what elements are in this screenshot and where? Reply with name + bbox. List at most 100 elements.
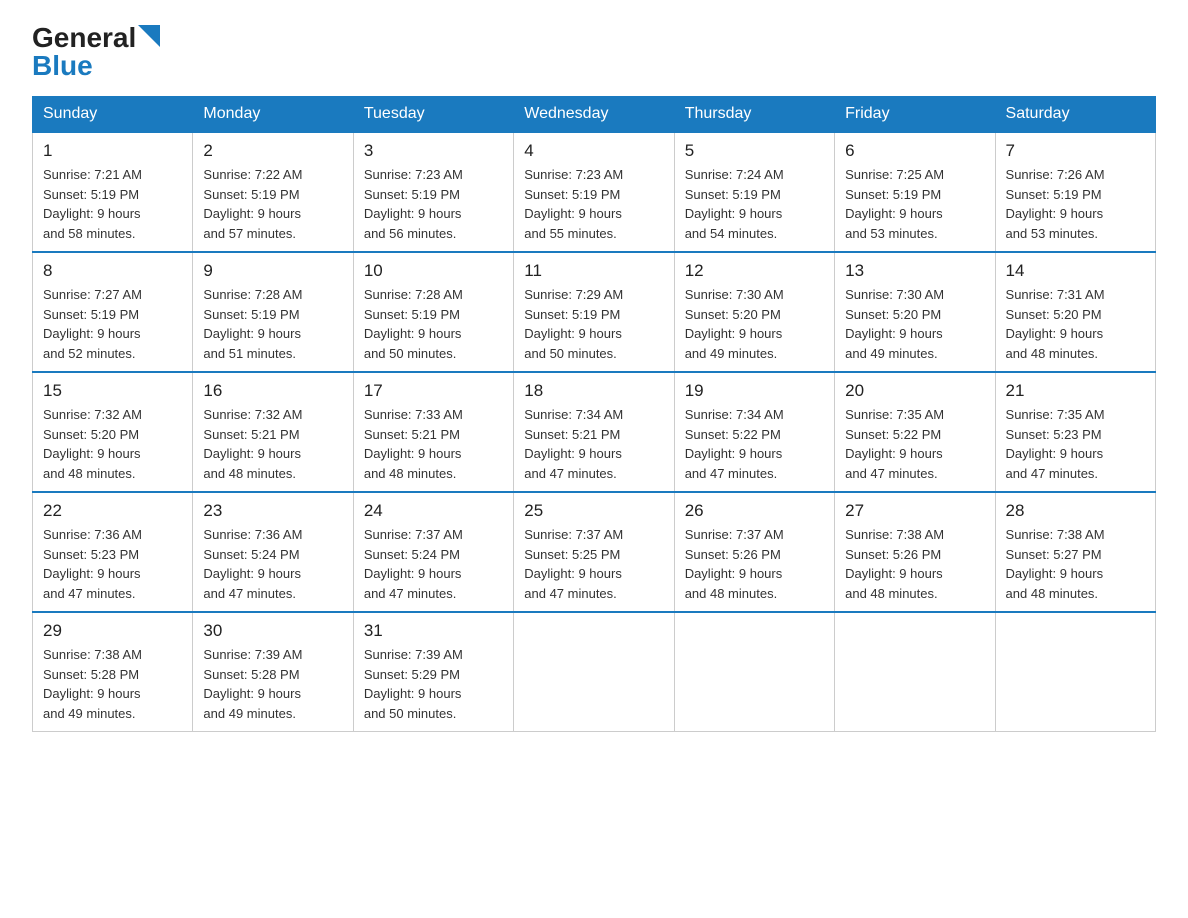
- day-cell: 15 Sunrise: 7:32 AM Sunset: 5:20 PM Dayl…: [33, 372, 193, 492]
- day-cell: [995, 612, 1155, 732]
- header-cell-friday: Friday: [835, 97, 995, 133]
- day-info: Sunrise: 7:23 AM Sunset: 5:19 PM Dayligh…: [524, 165, 663, 243]
- page-header: General Blue: [32, 24, 1156, 80]
- day-info: Sunrise: 7:28 AM Sunset: 5:19 PM Dayligh…: [364, 285, 503, 363]
- day-cell: 30 Sunrise: 7:39 AM Sunset: 5:28 PM Dayl…: [193, 612, 353, 732]
- day-cell: 25 Sunrise: 7:37 AM Sunset: 5:25 PM Dayl…: [514, 492, 674, 612]
- day-number: 4: [524, 141, 663, 161]
- day-cell: 31 Sunrise: 7:39 AM Sunset: 5:29 PM Dayl…: [353, 612, 513, 732]
- logo-blue-text: Blue: [32, 52, 93, 80]
- day-number: 3: [364, 141, 503, 161]
- header-cell-wednesday: Wednesday: [514, 97, 674, 133]
- day-info: Sunrise: 7:24 AM Sunset: 5:19 PM Dayligh…: [685, 165, 824, 243]
- week-row-2: 8 Sunrise: 7:27 AM Sunset: 5:19 PM Dayli…: [33, 252, 1156, 372]
- day-number: 12: [685, 261, 824, 281]
- day-number: 31: [364, 621, 503, 641]
- day-number: 20: [845, 381, 984, 401]
- calendar-body: 1 Sunrise: 7:21 AM Sunset: 5:19 PM Dayli…: [33, 132, 1156, 732]
- day-number: 18: [524, 381, 663, 401]
- day-info: Sunrise: 7:34 AM Sunset: 5:21 PM Dayligh…: [524, 405, 663, 483]
- day-cell: 18 Sunrise: 7:34 AM Sunset: 5:21 PM Dayl…: [514, 372, 674, 492]
- day-info: Sunrise: 7:38 AM Sunset: 5:26 PM Dayligh…: [845, 525, 984, 603]
- day-info: Sunrise: 7:39 AM Sunset: 5:28 PM Dayligh…: [203, 645, 342, 723]
- header-cell-monday: Monday: [193, 97, 353, 133]
- day-number: 21: [1006, 381, 1145, 401]
- week-row-1: 1 Sunrise: 7:21 AM Sunset: 5:19 PM Dayli…: [33, 132, 1156, 252]
- day-number: 11: [524, 261, 663, 281]
- day-info: Sunrise: 7:30 AM Sunset: 5:20 PM Dayligh…: [845, 285, 984, 363]
- day-number: 6: [845, 141, 984, 161]
- day-cell: 2 Sunrise: 7:22 AM Sunset: 5:19 PM Dayli…: [193, 132, 353, 252]
- day-info: Sunrise: 7:22 AM Sunset: 5:19 PM Dayligh…: [203, 165, 342, 243]
- day-info: Sunrise: 7:35 AM Sunset: 5:23 PM Dayligh…: [1006, 405, 1145, 483]
- day-cell: 5 Sunrise: 7:24 AM Sunset: 5:19 PM Dayli…: [674, 132, 834, 252]
- day-number: 1: [43, 141, 182, 161]
- day-number: 24: [364, 501, 503, 521]
- calendar-header: SundayMondayTuesdayWednesdayThursdayFrid…: [33, 97, 1156, 133]
- day-number: 26: [685, 501, 824, 521]
- day-info: Sunrise: 7:34 AM Sunset: 5:22 PM Dayligh…: [685, 405, 824, 483]
- day-cell: 14 Sunrise: 7:31 AM Sunset: 5:20 PM Dayl…: [995, 252, 1155, 372]
- week-row-4: 22 Sunrise: 7:36 AM Sunset: 5:23 PM Dayl…: [33, 492, 1156, 612]
- day-cell: 21 Sunrise: 7:35 AM Sunset: 5:23 PM Dayl…: [995, 372, 1155, 492]
- day-info: Sunrise: 7:35 AM Sunset: 5:22 PM Dayligh…: [845, 405, 984, 483]
- calendar-table: SundayMondayTuesdayWednesdayThursdayFrid…: [32, 96, 1156, 732]
- day-number: 28: [1006, 501, 1145, 521]
- day-info: Sunrise: 7:36 AM Sunset: 5:24 PM Dayligh…: [203, 525, 342, 603]
- day-info: Sunrise: 7:37 AM Sunset: 5:25 PM Dayligh…: [524, 525, 663, 603]
- day-number: 25: [524, 501, 663, 521]
- day-info: Sunrise: 7:33 AM Sunset: 5:21 PM Dayligh…: [364, 405, 503, 483]
- header-cell-sunday: Sunday: [33, 97, 193, 133]
- day-number: 2: [203, 141, 342, 161]
- day-cell: 20 Sunrise: 7:35 AM Sunset: 5:22 PM Dayl…: [835, 372, 995, 492]
- day-cell: 28 Sunrise: 7:38 AM Sunset: 5:27 PM Dayl…: [995, 492, 1155, 612]
- day-number: 29: [43, 621, 182, 641]
- day-cell: 13 Sunrise: 7:30 AM Sunset: 5:20 PM Dayl…: [835, 252, 995, 372]
- day-cell: 23 Sunrise: 7:36 AM Sunset: 5:24 PM Dayl…: [193, 492, 353, 612]
- day-info: Sunrise: 7:26 AM Sunset: 5:19 PM Dayligh…: [1006, 165, 1145, 243]
- header-row: SundayMondayTuesdayWednesdayThursdayFrid…: [33, 97, 1156, 133]
- day-number: 27: [845, 501, 984, 521]
- logo: General Blue: [32, 24, 160, 80]
- day-info: Sunrise: 7:38 AM Sunset: 5:27 PM Dayligh…: [1006, 525, 1145, 603]
- day-number: 13: [845, 261, 984, 281]
- day-info: Sunrise: 7:38 AM Sunset: 5:28 PM Dayligh…: [43, 645, 182, 723]
- day-number: 8: [43, 261, 182, 281]
- header-cell-tuesday: Tuesday: [353, 97, 513, 133]
- day-number: 23: [203, 501, 342, 521]
- day-cell: 1 Sunrise: 7:21 AM Sunset: 5:19 PM Dayli…: [33, 132, 193, 252]
- day-cell: 19 Sunrise: 7:34 AM Sunset: 5:22 PM Dayl…: [674, 372, 834, 492]
- day-cell: [514, 612, 674, 732]
- day-cell: 6 Sunrise: 7:25 AM Sunset: 5:19 PM Dayli…: [835, 132, 995, 252]
- header-cell-thursday: Thursday: [674, 97, 834, 133]
- day-cell: 16 Sunrise: 7:32 AM Sunset: 5:21 PM Dayl…: [193, 372, 353, 492]
- day-cell: 12 Sunrise: 7:30 AM Sunset: 5:20 PM Dayl…: [674, 252, 834, 372]
- day-cell: 9 Sunrise: 7:28 AM Sunset: 5:19 PM Dayli…: [193, 252, 353, 372]
- day-number: 14: [1006, 261, 1145, 281]
- day-number: 19: [685, 381, 824, 401]
- day-cell: 17 Sunrise: 7:33 AM Sunset: 5:21 PM Dayl…: [353, 372, 513, 492]
- day-info: Sunrise: 7:28 AM Sunset: 5:19 PM Dayligh…: [203, 285, 342, 363]
- day-cell: 27 Sunrise: 7:38 AM Sunset: 5:26 PM Dayl…: [835, 492, 995, 612]
- day-number: 9: [203, 261, 342, 281]
- day-cell: 8 Sunrise: 7:27 AM Sunset: 5:19 PM Dayli…: [33, 252, 193, 372]
- day-info: Sunrise: 7:30 AM Sunset: 5:20 PM Dayligh…: [685, 285, 824, 363]
- day-number: 10: [364, 261, 503, 281]
- day-info: Sunrise: 7:32 AM Sunset: 5:21 PM Dayligh…: [203, 405, 342, 483]
- day-info: Sunrise: 7:37 AM Sunset: 5:26 PM Dayligh…: [685, 525, 824, 603]
- day-info: Sunrise: 7:36 AM Sunset: 5:23 PM Dayligh…: [43, 525, 182, 603]
- week-row-5: 29 Sunrise: 7:38 AM Sunset: 5:28 PM Dayl…: [33, 612, 1156, 732]
- day-info: Sunrise: 7:31 AM Sunset: 5:20 PM Dayligh…: [1006, 285, 1145, 363]
- day-cell: 3 Sunrise: 7:23 AM Sunset: 5:19 PM Dayli…: [353, 132, 513, 252]
- day-info: Sunrise: 7:25 AM Sunset: 5:19 PM Dayligh…: [845, 165, 984, 243]
- day-cell: 29 Sunrise: 7:38 AM Sunset: 5:28 PM Dayl…: [33, 612, 193, 732]
- day-info: Sunrise: 7:23 AM Sunset: 5:19 PM Dayligh…: [364, 165, 503, 243]
- day-cell: [835, 612, 995, 732]
- day-cell: 7 Sunrise: 7:26 AM Sunset: 5:19 PM Dayli…: [995, 132, 1155, 252]
- week-row-3: 15 Sunrise: 7:32 AM Sunset: 5:20 PM Dayl…: [33, 372, 1156, 492]
- day-cell: 4 Sunrise: 7:23 AM Sunset: 5:19 PM Dayli…: [514, 132, 674, 252]
- day-number: 30: [203, 621, 342, 641]
- day-cell: 10 Sunrise: 7:28 AM Sunset: 5:19 PM Dayl…: [353, 252, 513, 372]
- logo-general-text: General: [32, 24, 136, 52]
- day-number: 5: [685, 141, 824, 161]
